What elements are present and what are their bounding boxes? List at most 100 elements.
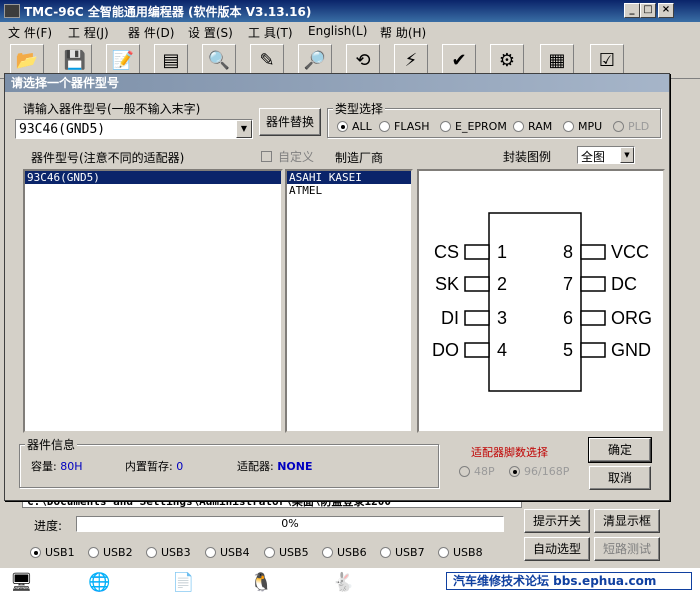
package-chevron-down-icon[interactable]: ▼ — [620, 147, 634, 163]
device-input-value: 93C46(GND5) — [19, 122, 106, 137]
menu-project[interactable]: 工 程(J) — [68, 24, 109, 41]
type-all-radio[interactable]: ALL — [337, 120, 372, 133]
document-icon[interactable]: 📄 — [172, 572, 194, 593]
protect-icon[interactable]: ▦ — [540, 44, 574, 76]
manufacturer-item-atmel[interactable]: ATMEL — [287, 184, 411, 197]
menu-tools[interactable]: 工 具(T) — [248, 24, 293, 41]
device-icon[interactable]: ▤ — [154, 44, 188, 76]
package-select[interactable]: 全图 ▼ — [577, 146, 635, 164]
pin-number-8: 8 — [563, 242, 573, 262]
cancel-button[interactable]: 取消 — [589, 466, 651, 490]
auto-select-button[interactable]: 自动选型 — [524, 537, 590, 561]
pin-6 — [580, 310, 606, 326]
type-pld-radio[interactable]: PLD — [613, 120, 649, 133]
chip-svg: CS 1 SK 2 DI 3 DO 4 VCC 8 DC 7 ORG 6 GND 5 — [432, 212, 652, 392]
desktop-strip: 🖥 🌐 📄 🐧 🐇 汽车维修技术论坛 bbs.ephua.com — [0, 568, 700, 596]
save-disk-icon[interactable]: 💾 — [58, 44, 92, 76]
chip-body — [488, 212, 582, 392]
manufacturer-list[interactable]: ASAHI KASEI ATMEL — [285, 169, 413, 433]
capacity-value: 80H — [60, 460, 83, 473]
short-test-button[interactable]: 短路测试 — [594, 537, 660, 561]
pin-number-1: 1 — [497, 242, 507, 262]
usb8-radio[interactable]: USB8 — [438, 546, 483, 559]
type-eeprom-radio[interactable]: E_EPROM — [440, 120, 507, 133]
pin-96-168-radio[interactable]: 96/168P — [509, 465, 569, 478]
minimize-button[interactable]: _ — [624, 3, 640, 18]
type-ram-radio[interactable]: RAM — [513, 120, 552, 133]
close-button[interactable]: × — [658, 3, 674, 18]
progress-value: 0% — [281, 517, 299, 530]
device-input-label: 请输入器件型号(一般不输入末字) — [23, 102, 201, 116]
type-flash-radio[interactable]: FLASH — [379, 120, 430, 133]
verify-icon[interactable]: ✔ — [442, 44, 476, 76]
manufacturer-header: 制造厂商 — [335, 151, 384, 165]
menubar: 文 件(F) 工 程(J) 器 件(D) 设 置(S) 工 具(T) Engli… — [0, 22, 700, 41]
select-device-dialog: 请选择一个器件型号 请输入器件型号(一般不输入末字) 93C46(GND5) ▼… — [4, 73, 670, 501]
computer-icon[interactable]: 🖥 — [10, 572, 33, 593]
info-group-label: 器件信息 — [25, 436, 78, 453]
maximize-button[interactable]: □ — [640, 3, 656, 18]
read-icon[interactable]: ⟲ — [346, 44, 380, 76]
device-input[interactable]: 93C46(GND5) ▼ — [15, 119, 253, 139]
custom-checkbox[interactable]: 自定义 — [261, 148, 314, 165]
usb5-radio[interactable]: USB5 — [264, 546, 309, 559]
edit-notes-icon[interactable]: 📝 — [106, 44, 140, 76]
type-mpu-radio[interactable]: MPU — [563, 120, 602, 133]
device-list[interactable]: 93C46(GND5) — [23, 169, 283, 433]
ok-button[interactable]: 确定 — [588, 437, 652, 463]
hint-toggle-button[interactable]: 提示开关 — [524, 509, 590, 533]
network-icon[interactable]: 🌐 — [88, 572, 110, 593]
progress-label: 进度: — [34, 519, 63, 533]
manufacturer-item-asahi[interactable]: ASAHI KASEI — [287, 171, 411, 184]
chevron-down-icon[interactable]: ▼ — [236, 120, 252, 138]
menu-device[interactable]: 器 件(D) — [128, 24, 174, 41]
adapter-value: NONE — [277, 460, 313, 473]
pin-number-4: 4 — [497, 340, 507, 360]
main-titlebar: TMC-96C 全智能通用编程器 (软件版本 V3.13.16) _ □ × — [0, 0, 700, 22]
qq-penguin-icon[interactable]: 🐧 — [250, 572, 272, 593]
rabbit-icon[interactable]: 🐇 — [332, 572, 354, 593]
usb-row: USB1 USB2 USB3 USB4 USB5 USB6 USB7 USB8 — [0, 540, 520, 564]
pin-name-di: DI — [441, 308, 459, 328]
pin-select-label: 适配器脚数选择 — [471, 446, 548, 459]
menu-file[interactable]: 文 件(F) — [8, 24, 52, 41]
package-select-value: 全图 — [581, 150, 606, 164]
window-title: TMC-96C 全智能通用编程器 (软件版本 V3.13.16) — [24, 5, 312, 19]
pin-number-7: 7 — [563, 274, 573, 294]
menu-help[interactable]: 帮 助(H) — [380, 24, 426, 41]
pin-48-radio[interactable]: 48P — [459, 465, 495, 478]
usb6-radio[interactable]: USB6 — [322, 546, 367, 559]
eraser-icon[interactable]: ✎ — [250, 44, 284, 76]
usb1-radio[interactable]: USB1 — [30, 546, 75, 559]
adapter-label: 适配器: — [237, 460, 274, 473]
clear-display-button[interactable]: 清显示框 — [594, 509, 660, 533]
custom-label: 自定义 — [278, 150, 315, 164]
dialog-title: 请选择一个器件型号 — [5, 74, 669, 92]
usb3-radio[interactable]: USB3 — [146, 546, 191, 559]
auto-icon[interactable]: ⚙ — [490, 44, 524, 76]
pin-number-5: 5 — [563, 340, 573, 360]
program-icon[interactable]: ⚡ — [394, 44, 428, 76]
usb4-radio[interactable]: USB4 — [205, 546, 250, 559]
pin-number-3: 3 — [497, 308, 507, 328]
menu-english[interactable]: English(L) — [308, 24, 367, 38]
pin-name-cs: CS — [434, 242, 459, 262]
device-list-item[interactable]: 93C46(GND5) — [25, 171, 281, 184]
usb2-radio[interactable]: USB2 — [88, 546, 133, 559]
buffer-label: 内置暂存: — [125, 460, 173, 473]
checklist-icon[interactable]: ☑ — [590, 44, 624, 76]
pin-7 — [580, 276, 606, 292]
package-label: 封装图例 — [503, 150, 552, 164]
pin-number-6: 6 — [563, 308, 573, 328]
pin-1 — [464, 244, 490, 260]
folder-open-icon[interactable]: 📂 — [10, 44, 44, 76]
pin-5 — [580, 342, 606, 358]
menu-settings[interactable]: 设 置(S) — [188, 24, 233, 41]
blank-check-icon[interactable]: 🔎 — [298, 44, 332, 76]
replace-device-button[interactable]: 器件替换 — [259, 108, 321, 136]
pin-name-gnd: GND — [611, 340, 651, 360]
chip-search-icon[interactable]: 🔍 — [202, 44, 236, 76]
usb7-radio[interactable]: USB7 — [380, 546, 425, 559]
pin-3 — [464, 310, 490, 326]
pin-number-2: 2 — [497, 274, 507, 294]
